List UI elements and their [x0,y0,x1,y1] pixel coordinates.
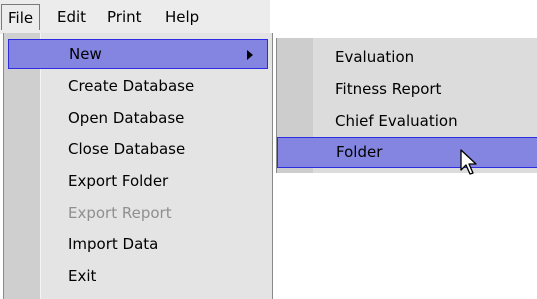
mouse-pointer-icon [460,149,477,175]
submenu-item-fitness-report[interactable]: Fitness Report [277,74,537,105]
menu-item-export-folder[interactable]: Export Folder [8,166,268,196]
menu-item-import-data[interactable]: Import Data [8,229,268,259]
menu-bar: File Edit Print Help [0,0,270,34]
new-submenu: Evaluation Fitness Report Chief Evaluati… [276,38,537,173]
submenu-item-chief-evaluation[interactable]: Chief Evaluation [277,106,537,137]
menu-edit[interactable]: Edit [51,4,92,30]
submenu-arrow-icon [247,50,253,60]
submenu-item-evaluation[interactable]: Evaluation [277,42,537,73]
menu-help[interactable]: Help [159,4,205,30]
menu-item-create-database[interactable]: Create Database [8,71,268,101]
menu-item-exit[interactable]: Exit [8,261,268,291]
menu-item-new[interactable]: New [8,39,268,69]
file-menu-dropdown: New Create Database Open Database Close … [3,33,273,299]
menu-item-open-database[interactable]: Open Database [8,103,268,133]
menu-item-new-label: New [69,45,102,63]
menu-item-close-database[interactable]: Close Database [8,134,268,164]
menu-print[interactable]: Print [101,4,148,30]
menu-file[interactable]: File [1,4,41,30]
submenu-item-folder[interactable]: Folder [277,137,537,168]
menu-item-export-report: Export Report [68,204,172,222]
